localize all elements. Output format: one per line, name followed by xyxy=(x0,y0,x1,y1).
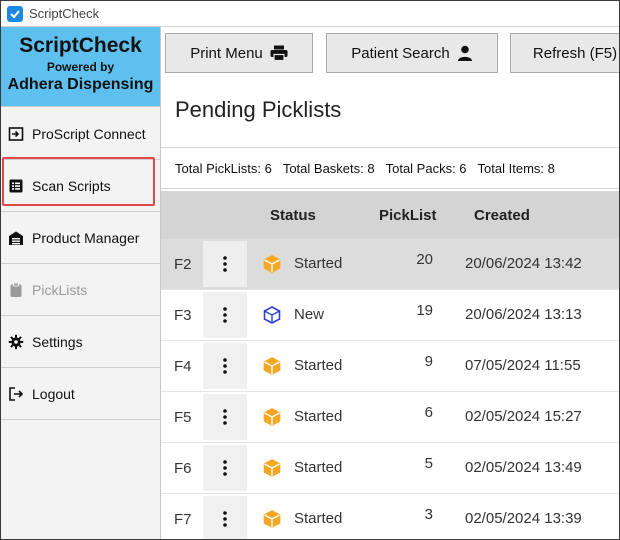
kebab-icon xyxy=(223,460,227,476)
table-header: Status PickList Created xyxy=(161,191,619,239)
row-menu-button[interactable] xyxy=(203,292,247,338)
row-created: 02/05/2024 13:39 xyxy=(465,510,582,527)
print-menu-button[interactable]: Print Menu xyxy=(165,33,313,73)
sidebar-item-label: Product Manager xyxy=(32,229,140,246)
print-menu-label: Print Menu xyxy=(190,44,263,62)
window-title: ScriptCheck xyxy=(29,6,100,21)
table-row[interactable]: F2 Started 20 20/06/2024 13:42 xyxy=(161,239,619,290)
total-baskets: Total Baskets: 8 xyxy=(282,160,375,176)
sidebar-item-picklists[interactable]: PickLists xyxy=(1,264,160,316)
box-icon xyxy=(263,510,281,528)
row-status: Started xyxy=(294,459,343,476)
sidebar-item-proscript-connect[interactable]: ProScript Connect xyxy=(1,108,160,160)
row-created: 02/05/2024 15:27 xyxy=(465,408,582,425)
sidebar-item-label: Logout xyxy=(32,385,75,402)
user-icon xyxy=(457,45,472,61)
table-row[interactable]: F7 Started 3 02/05/2024 13:39 xyxy=(161,494,619,539)
row-menu-button[interactable] xyxy=(203,496,247,539)
title-bar: ScriptCheck xyxy=(1,1,619,27)
row-shortcut-key: F5 xyxy=(174,409,192,426)
row-status: Started xyxy=(294,255,343,272)
column-header-picklist[interactable]: PickList xyxy=(379,207,437,224)
row-shortcut-key: F4 xyxy=(174,358,192,375)
sidebar-item-product-manager[interactable]: Product Manager xyxy=(1,212,160,264)
sidebar-item-logout[interactable]: Logout xyxy=(1,368,160,420)
app-window: ScriptCheck ScriptCheck Powered by Adher… xyxy=(0,0,620,540)
row-created: 02/05/2024 13:49 xyxy=(465,459,582,476)
total-picklists: Total PickLists: 6 xyxy=(175,160,272,176)
app-logo-icon xyxy=(7,5,23,22)
gear-icon xyxy=(8,334,24,349)
row-status: Started xyxy=(294,357,343,374)
patient-search-label: Patient Search xyxy=(351,44,450,62)
page-title: Pending Picklists xyxy=(175,97,342,122)
row-status: Started xyxy=(294,408,343,425)
row-picklist: 5 xyxy=(424,455,433,472)
printer-icon xyxy=(270,45,288,61)
table-row[interactable]: F5 Started 6 02/05/2024 15:27 xyxy=(161,392,619,443)
sidebar: ScriptCheck Powered by Adhera Dispensing… xyxy=(1,27,161,539)
warehouse-icon xyxy=(9,231,23,245)
box-icon xyxy=(263,255,281,273)
row-menu-button[interactable] xyxy=(203,445,247,491)
clipboard-icon xyxy=(10,282,22,297)
row-picklist: 9 xyxy=(424,353,433,370)
row-menu-button[interactable] xyxy=(203,343,247,389)
list-icon xyxy=(9,179,23,192)
table-row[interactable]: F6 Started 5 02/05/2024 13:49 xyxy=(161,443,619,494)
toolbar: Print Menu Patient Search Refresh (F5) xyxy=(161,27,619,81)
table-row[interactable]: F3 New 19 20/06/2024 13:13 xyxy=(161,290,619,341)
row-menu-button[interactable] xyxy=(203,241,247,287)
row-status: New xyxy=(294,306,325,323)
kebab-icon xyxy=(223,307,227,323)
sidebar-item-label: Scan Scripts xyxy=(32,177,111,194)
kebab-icon xyxy=(223,256,227,272)
row-picklist: 6 xyxy=(424,404,433,421)
kebab-icon xyxy=(223,511,227,527)
sidebar-item-label: ProScript Connect xyxy=(32,125,146,142)
box-icon xyxy=(263,408,281,426)
row-created: 20/06/2024 13:42 xyxy=(465,255,582,272)
table-body: F2 Started 20 20/06/2024 13:42 F3 New 19 20/06/… xyxy=(161,239,619,539)
sidebar-item-settings[interactable]: Settings xyxy=(1,316,160,368)
row-status: Started xyxy=(294,510,343,527)
patient-search-button[interactable]: Patient Search xyxy=(326,33,498,73)
row-shortcut-key: F3 xyxy=(174,307,192,324)
row-created: 20/06/2024 13:13 xyxy=(465,306,582,323)
row-menu-button[interactable] xyxy=(203,394,247,440)
total-packs: Total Packs: 6 xyxy=(385,160,467,176)
row-shortcut-key: F7 xyxy=(174,511,192,528)
row-picklist: 19 xyxy=(416,302,433,319)
kebab-icon xyxy=(223,358,227,374)
row-shortcut-key: F2 xyxy=(174,256,192,273)
summary-bar: Total PickLists: 6 Total Baskets: 8 Tota… xyxy=(161,147,619,189)
brand-panel: ScriptCheck Powered by Adhera Dispensing xyxy=(1,27,160,107)
logout-icon xyxy=(9,386,24,401)
brand-company: Adhera Dispensing xyxy=(7,76,154,93)
kebab-icon xyxy=(223,409,227,425)
box-icon xyxy=(263,357,281,375)
sign-in-icon xyxy=(8,126,24,141)
row-created: 07/05/2024 11:55 xyxy=(465,357,581,374)
table-row[interactable]: F4 Started 9 07/05/2024 11:55 xyxy=(161,341,619,392)
brand-powered-by: Powered by xyxy=(46,60,115,74)
box-icon xyxy=(263,306,281,324)
brand-name: ScriptCheck xyxy=(19,34,142,57)
sidebar-item-label: PickLists xyxy=(32,281,88,298)
sidebar-item-scan-scripts[interactable]: Scan Scripts xyxy=(1,160,160,212)
row-shortcut-key: F6 xyxy=(174,460,192,477)
refresh-button[interactable]: Refresh (F5) xyxy=(510,33,619,73)
refresh-label: Refresh (F5) xyxy=(532,44,618,62)
box-icon xyxy=(263,459,281,477)
total-items: Total Items: 8 xyxy=(477,160,555,176)
column-header-status[interactable]: Status xyxy=(270,207,316,224)
picklist-table: Status PickList Created F2 Started 20 20/06… xyxy=(161,191,619,539)
column-header-created[interactable]: Created xyxy=(474,207,530,224)
row-picklist: 20 xyxy=(416,251,433,268)
row-picklist: 3 xyxy=(424,506,433,523)
sidebar-item-label: Settings xyxy=(32,333,83,350)
